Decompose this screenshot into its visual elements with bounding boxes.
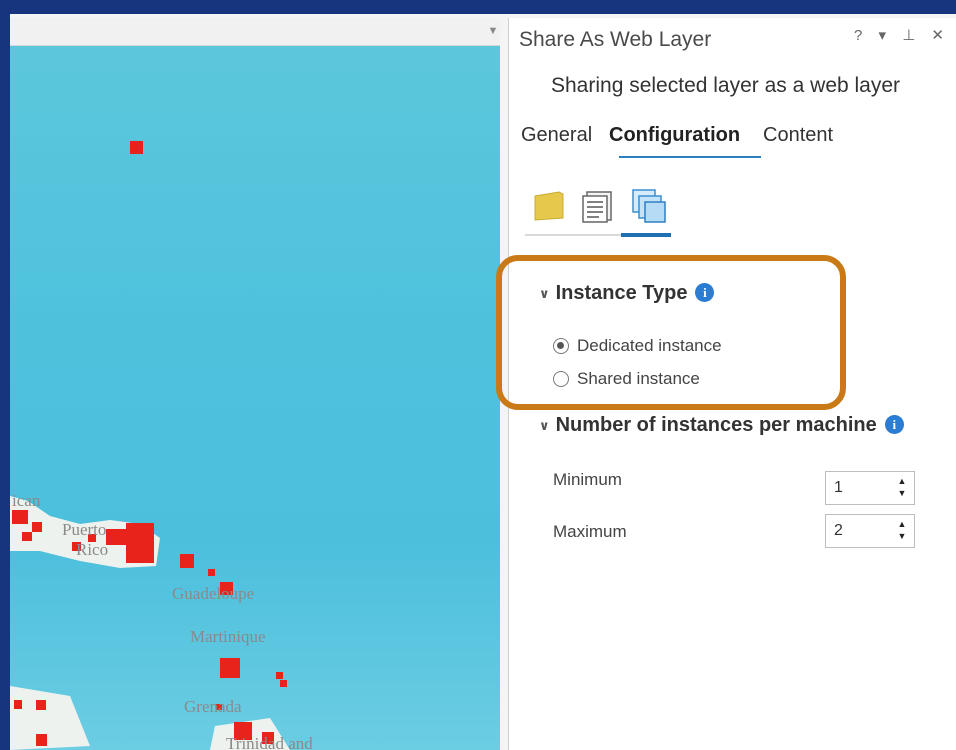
stepper-arrows-icon[interactable]: ▲ ▼ <box>896 518 908 542</box>
marker <box>280 680 287 687</box>
marker <box>180 554 194 568</box>
instances-per-machine-header[interactable]: ∨ Number of instances per machine i <box>539 414 904 437</box>
minimum-stepper[interactable]: 1 ▲ ▼ <box>825 471 915 505</box>
instances-per-machine-heading: Number of instances per machine <box>555 414 877 436</box>
configuration-subtabs <box>523 186 673 236</box>
marker <box>220 658 240 678</box>
layer-shape-icon[interactable] <box>529 186 569 226</box>
pane-title: Share As Web Layer <box>519 28 712 51</box>
maximum-stepper[interactable]: 2 ▲ ▼ <box>825 514 915 548</box>
active-subtab-indicator <box>621 233 671 237</box>
marker <box>32 522 42 532</box>
marker <box>130 141 143 154</box>
properties-list-icon[interactable] <box>579 186 619 226</box>
maximum-label: Maximum <box>553 522 627 541</box>
active-tab-indicator <box>619 156 761 158</box>
map-label-grenada: Grenada <box>184 697 242 716</box>
marker <box>36 734 47 746</box>
marker <box>36 700 46 710</box>
map-label-partial: ican <box>12 491 41 510</box>
minimum-value[interactable]: 1 <box>834 479 843 497</box>
map-label-trinidad: Trinidad and <box>226 734 313 750</box>
pane-window-controls[interactable]: ? ▾ ⊥ ✕ <box>854 26 950 44</box>
instances-stack-icon[interactable] <box>629 186 669 226</box>
marker <box>12 510 28 524</box>
minimum-label: Minimum <box>553 470 622 489</box>
tab-content[interactable]: Content <box>763 124 833 147</box>
marker <box>14 700 22 709</box>
chevron-down-icon: ∨ <box>539 417 550 433</box>
maximum-value[interactable]: 2 <box>834 522 843 540</box>
map-view-header: ▼ <box>10 18 500 46</box>
marker <box>208 569 215 576</box>
map-label-guadeloupe: Guadeloupe <box>172 584 255 603</box>
instance-type-highlight <box>496 255 846 410</box>
map-label-martinique: Martinique <box>190 627 266 646</box>
pane-subtitle: Sharing selected layer as a web layer <box>551 74 901 97</box>
island-mainland <box>10 686 90 750</box>
tab-configuration[interactable]: Configuration <box>609 124 740 147</box>
tab-general[interactable]: General <box>521 124 592 147</box>
marker <box>126 523 154 563</box>
stepper-arrows-icon[interactable]: ▲ ▼ <box>896 475 908 499</box>
info-icon[interactable]: i <box>884 415 904 434</box>
map-view[interactable]: ican Puerto Rico Guadeloupe Martinique G… <box>10 46 500 750</box>
marker <box>276 672 283 679</box>
map-label-puerto: Puerto <box>62 520 107 539</box>
marker <box>22 532 32 541</box>
marker <box>106 529 128 545</box>
map-label-rico: Rico <box>76 540 109 559</box>
collapse-arrow-icon[interactable]: ▼ <box>482 22 504 40</box>
